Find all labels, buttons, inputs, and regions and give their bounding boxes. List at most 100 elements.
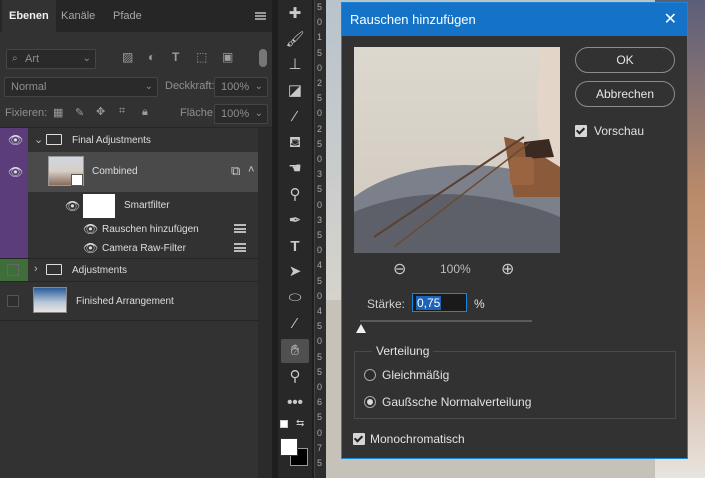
smudge-icon[interactable]: ☚ bbox=[278, 157, 312, 181]
tab-layers[interactable]: Ebenen bbox=[2, 0, 56, 32]
zoom-icon[interactable]: ⚲ bbox=[278, 365, 312, 389]
ruler-number: 5 bbox=[317, 366, 323, 377]
visibility-eye-icon[interactable]: 👁︎ bbox=[8, 165, 23, 179]
lock-transparent-icon[interactable]: ▦ bbox=[53, 106, 63, 119]
path-selection-icon[interactable]: ➤ bbox=[278, 260, 312, 284]
visibility-toggle-off[interactable] bbox=[7, 264, 19, 276]
visibility-toggle-off[interactable] bbox=[7, 295, 19, 307]
layer-name: Smartfilter bbox=[124, 200, 170, 211]
filter-blending-options-icon[interactable] bbox=[234, 243, 246, 252]
filter-kind-select[interactable]: ⌕ Art ⌄ bbox=[6, 49, 96, 69]
ruler-number: 4 bbox=[317, 260, 323, 271]
layer-thumbnail bbox=[33, 287, 67, 313]
swap-colors-icon[interactable]: ⇆ bbox=[296, 418, 304, 429]
monochromatic-checkbox[interactable] bbox=[353, 433, 365, 445]
lock-label: Fixieren: bbox=[5, 107, 48, 119]
layer-row-combined[interactable]: 👁︎ Combined ⧉ ˄ bbox=[0, 152, 258, 192]
uniform-label: Gleichmäßig bbox=[382, 368, 450, 382]
blend-mode-select[interactable]: Normal ⌄ bbox=[4, 77, 158, 97]
layer-row-camera-raw-filter[interactable]: 👁︎ Camera Raw-Filter bbox=[0, 238, 258, 258]
preview-checkbox[interactable] bbox=[575, 125, 587, 137]
adjustment-filter-icon[interactable]: ◐ bbox=[148, 50, 155, 64]
fill-value: 100% bbox=[221, 108, 250, 120]
blend-mode-value: Normal bbox=[11, 81, 47, 93]
type-filter-icon[interactable]: T bbox=[172, 50, 179, 64]
ruler-number: 5 bbox=[317, 412, 323, 423]
cancel-button[interactable]: Abbrechen bbox=[575, 81, 675, 107]
ruler-number: 5 bbox=[317, 458, 323, 468]
ruler-number: 6 bbox=[317, 397, 323, 408]
lock-position-icon[interactable]: ✥ bbox=[96, 105, 105, 118]
opacity-field[interactable]: 100% ⌄ bbox=[214, 77, 268, 97]
ruler-number: 3 bbox=[317, 214, 323, 225]
filter-blending-options-icon[interactable] bbox=[234, 224, 246, 233]
ruler-number: 5 bbox=[317, 93, 323, 104]
visibility-eye-icon[interactable]: 👁︎ bbox=[8, 133, 23, 147]
fill-field[interactable]: 100% ⌄ bbox=[214, 104, 268, 124]
ruler-number: 0 bbox=[317, 290, 323, 301]
filter-toggle[interactable] bbox=[259, 49, 267, 67]
smartobject-filter-icon[interactable]: ▣ bbox=[222, 50, 233, 64]
brush-icon[interactable]: 🖌︎ bbox=[278, 28, 312, 52]
visibility-eye-icon[interactable]: 👁︎ bbox=[65, 199, 80, 213]
hand-icon[interactable]: ✋︎ bbox=[281, 339, 309, 363]
type-icon[interactable]: T bbox=[278, 235, 312, 259]
color-sampler-icon[interactable]: ⁄ bbox=[278, 312, 312, 336]
layer-name: Adjustments bbox=[72, 265, 128, 276]
pixel-filter-icon[interactable]: ▨ bbox=[122, 50, 133, 64]
close-icon[interactable]: ✕ bbox=[664, 9, 677, 29]
ruler-number: 2 bbox=[317, 78, 323, 88]
amount-input[interactable]: 0,75 bbox=[412, 293, 467, 312]
layer-row-final-adjustments[interactable]: 👁︎ ⌄ Final Adjustments bbox=[0, 128, 258, 152]
layer-color-tag bbox=[0, 220, 28, 238]
amount-slider-handle[interactable] bbox=[356, 324, 366, 333]
ruler-number: 0 bbox=[317, 108, 323, 119]
ok-button[interactable]: OK bbox=[575, 47, 675, 73]
ellipse-icon[interactable]: ⬭ bbox=[278, 286, 312, 310]
layer-row-finished-arrangement[interactable]: Finished Arrangement bbox=[0, 282, 258, 320]
ruler-number: 0 bbox=[317, 245, 323, 256]
tab-channels[interactable]: Kanäle bbox=[54, 0, 102, 32]
shape-filter-icon[interactable]: ⬚ bbox=[196, 50, 207, 64]
lock-image-icon[interactable]: ✎ bbox=[75, 106, 84, 119]
zoom-in-icon[interactable]: ⊕ bbox=[501, 259, 514, 279]
chevron-right-icon[interactable]: › bbox=[34, 263, 38, 275]
tools-toolbar: ✚ 🖌︎ ⊥ ◪ ⁄ ⛾ ☚ ⚲ ✒ T ➤ ⬭ ⁄ ✋︎ ⚲ ••• ⇆ bbox=[278, 0, 312, 478]
lock-all-icon[interactable]: 🔒︎ bbox=[142, 106, 148, 119]
ruler-number: 0 bbox=[317, 62, 323, 73]
lock-artboard-icon[interactable]: ⌗ bbox=[119, 105, 125, 118]
monochromatic-label: Monochromatisch bbox=[370, 432, 465, 446]
eyedropper-icon[interactable]: ⁄ bbox=[278, 105, 312, 129]
tab-paths[interactable]: Pfade bbox=[106, 0, 149, 32]
layers-panel: Ebenen Kanäle Pfade ⌕ Art ⌄ ▨ ◐ T ⬚ ▣ No… bbox=[0, 0, 272, 478]
layers-scrollbar[interactable] bbox=[258, 128, 272, 478]
add-noise-dialog: Rauschen hinzufügen ✕ OK Abbrechen Vorsc… bbox=[341, 2, 688, 459]
clone-stamp-icon[interactable]: ⊥ bbox=[278, 53, 312, 77]
filter-mask-thumbnail[interactable] bbox=[83, 194, 115, 218]
layer-row-adjustments[interactable]: › Adjustments bbox=[0, 259, 258, 281]
zoom-out-icon[interactable]: ⊖ bbox=[393, 259, 406, 279]
layer-row-add-noise-filter[interactable]: 👁︎ Rauschen hinzufügen bbox=[0, 220, 258, 238]
ruler-number: 3 bbox=[317, 169, 323, 180]
visibility-eye-icon[interactable]: 👁︎ bbox=[83, 241, 98, 255]
dodge-icon[interactable]: ⚲ bbox=[278, 183, 312, 207]
more-tools-icon[interactable]: ••• bbox=[278, 391, 312, 415]
paint-bucket-icon[interactable]: ⛾ bbox=[278, 131, 312, 155]
layer-row-smartfilter[interactable]: 👁︎ Smartfilter bbox=[0, 192, 258, 220]
default-colors-icon[interactable] bbox=[280, 420, 288, 428]
ruler-number: 0 bbox=[317, 17, 323, 28]
chevron-up-icon[interactable]: ˄ bbox=[248, 164, 254, 176]
gaussian-radio[interactable] bbox=[364, 396, 376, 408]
ruler-number: 1 bbox=[317, 32, 323, 43]
pen-icon[interactable]: ✒ bbox=[278, 209, 312, 233]
eraser-icon[interactable]: ◪ bbox=[278, 79, 312, 103]
filter-preview[interactable] bbox=[354, 47, 560, 253]
foreground-color-swatch[interactable] bbox=[280, 438, 298, 456]
uniform-radio[interactable] bbox=[364, 369, 376, 381]
chevron-down-icon[interactable]: ⌄ bbox=[34, 133, 43, 146]
amount-slider-track[interactable] bbox=[360, 320, 532, 322]
healing-brush-icon[interactable]: ✚ bbox=[278, 2, 312, 26]
ruler-number: 7 bbox=[317, 442, 323, 453]
visibility-eye-icon[interactable]: 👁︎ bbox=[83, 222, 98, 236]
panel-menu-icon[interactable] bbox=[255, 12, 266, 20]
